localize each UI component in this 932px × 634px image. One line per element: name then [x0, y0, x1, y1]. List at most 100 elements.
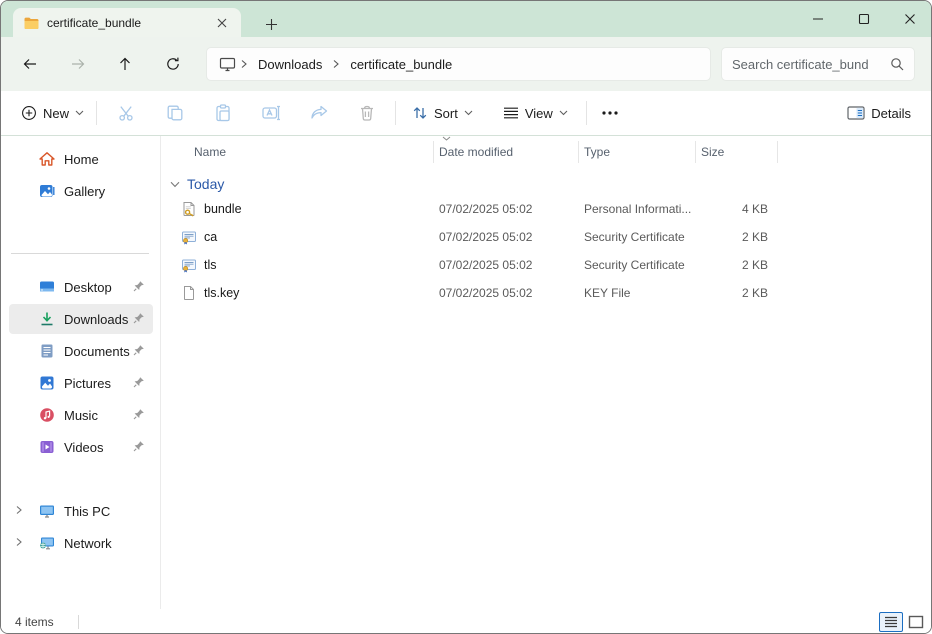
- tab-title: certificate_bundle: [47, 16, 213, 30]
- file-row-bundle[interactable]: bundle 07/02/2025 05:02 Personal Informa…: [162, 195, 932, 223]
- sidebar-item-gallery[interactable]: Gallery: [9, 176, 153, 206]
- sort-descending-icon: [442, 136, 451, 141]
- new-button-label: New: [43, 106, 69, 121]
- command-bar: New Sort: [1, 91, 932, 136]
- status-bar: 4 items: [1, 609, 932, 634]
- sort-button[interactable]: Sort: [404, 99, 481, 127]
- details-pane-button[interactable]: Details: [839, 100, 919, 127]
- details-pane-label: Details: [871, 106, 911, 121]
- sidebar-divider: [11, 253, 149, 254]
- this-pc-icon[interactable]: [219, 57, 236, 72]
- sidebar-item-label: Desktop: [64, 280, 112, 295]
- column-header-size[interactable]: Size: [696, 141, 778, 163]
- folder-icon: [23, 15, 39, 31]
- sidebar-item-label: Documents: [64, 344, 130, 359]
- maximize-button[interactable]: [841, 1, 887, 37]
- forward-button[interactable]: [63, 50, 93, 78]
- file-explorer-window: certificate_bundle: [0, 0, 932, 634]
- sidebar-item-pictures[interactable]: Pictures: [9, 368, 153, 398]
- sidebar-item-label: Music: [64, 408, 98, 423]
- sidebar-item-desktop[interactable]: Desktop: [9, 272, 153, 302]
- close-window-button[interactable]: [887, 1, 932, 37]
- gallery-icon: [39, 183, 55, 199]
- sidebar-item-network[interactable]: Network: [9, 528, 153, 558]
- security-certificate-icon: [181, 229, 197, 245]
- address-bar[interactable]: Downloads certificate_bundle: [206, 47, 711, 81]
- chevron-right-icon: [328, 59, 344, 69]
- window-controls: [795, 1, 932, 37]
- minimize-button[interactable]: [795, 1, 841, 37]
- details-pane-icon: [847, 106, 865, 120]
- column-header-type[interactable]: Type: [579, 141, 696, 163]
- close-tab-icon[interactable]: [213, 14, 231, 32]
- up-button[interactable]: [110, 50, 140, 78]
- explorer-tab[interactable]: certificate_bundle: [13, 8, 241, 37]
- new-tab-button[interactable]: [259, 13, 283, 35]
- sidebar-item-videos[interactable]: Videos: [9, 432, 153, 462]
- sort-button-label: Sort: [434, 106, 458, 121]
- list-lines-icon: [503, 106, 519, 120]
- share-button[interactable]: [299, 96, 339, 130]
- breadcrumb-certificate-bundle[interactable]: certificate_bundle: [344, 57, 458, 72]
- new-button[interactable]: New: [13, 99, 92, 127]
- pin-icon: [133, 408, 145, 420]
- chevron-right-icon[interactable]: [15, 505, 23, 515]
- search-box: [721, 47, 915, 81]
- refresh-button[interactable]: [158, 50, 188, 78]
- large-icons-view-toggle[interactable]: [905, 612, 927, 632]
- group-header-today[interactable]: Today: [170, 172, 224, 196]
- sidebar-item-label: This PC: [64, 504, 110, 519]
- cut-button[interactable]: [107, 96, 147, 130]
- column-header-name[interactable]: Name: [162, 141, 434, 163]
- pfx-certificate-icon: [181, 201, 197, 217]
- sidebar-item-this-pc[interactable]: This PC: [9, 496, 153, 526]
- videos-icon: [39, 439, 55, 455]
- back-button[interactable]: [15, 50, 45, 78]
- breadcrumb-downloads[interactable]: Downloads: [252, 57, 328, 72]
- file-name: tls.key: [204, 286, 239, 300]
- column-header-date-modified[interactable]: Date modified: [434, 141, 579, 163]
- file-name: tls: [204, 258, 217, 272]
- sidebar-item-label: Videos: [64, 440, 104, 455]
- paste-button[interactable]: [203, 96, 243, 130]
- desktop-icon: [39, 279, 55, 295]
- sidebar-item-label: Downloads: [64, 312, 128, 327]
- sidebar-item-label: Home: [64, 152, 99, 167]
- column-headers: Name Date modified Type Size: [162, 141, 932, 165]
- column-label: Date modified: [439, 145, 513, 159]
- pin-icon: [133, 344, 145, 356]
- navigation-bar: Downloads certificate_bundle: [1, 37, 932, 91]
- file-type: Personal Informati...: [579, 195, 696, 223]
- column-label: Type: [584, 145, 610, 159]
- sidebar-item-label: Pictures: [64, 376, 111, 391]
- sidebar-item-downloads[interactable]: Downloads: [9, 304, 153, 334]
- search-icon[interactable]: [890, 57, 904, 71]
- sidebar-item-music[interactable]: Music: [9, 400, 153, 430]
- toolbar-separator: [96, 101, 97, 125]
- copy-button[interactable]: [155, 96, 195, 130]
- sidebar-item-home[interactable]: Home: [9, 144, 153, 174]
- sidebar-item-label: Gallery: [64, 184, 105, 199]
- chevron-down-icon: [75, 110, 84, 116]
- security-certificate-icon: [181, 257, 197, 273]
- chevron-right-icon: [236, 59, 252, 69]
- toolbar-separator: [586, 101, 587, 125]
- tab-bar: certificate_bundle: [1, 1, 932, 37]
- view-button[interactable]: View: [495, 100, 576, 127]
- rename-button[interactable]: [251, 96, 291, 130]
- file-row-tls-key[interactable]: tls.key 07/02/2025 05:02 KEY File 2 KB: [162, 279, 932, 307]
- file-row-tls[interactable]: tls 07/02/2025 05:02 Security Certificat…: [162, 251, 932, 279]
- file-row-ca[interactable]: ca 07/02/2025 05:02 Security Certificate…: [162, 223, 932, 251]
- sidebar-item-label: Network: [64, 536, 112, 551]
- pin-icon: [133, 280, 145, 292]
- delete-button[interactable]: [347, 96, 387, 130]
- home-icon: [39, 151, 55, 167]
- network-icon: [39, 535, 55, 551]
- file-size: 2 KB: [696, 251, 778, 279]
- more-options-button[interactable]: [593, 96, 627, 130]
- chevron-down-icon[interactable]: [170, 181, 180, 188]
- details-view-toggle[interactable]: [879, 612, 903, 632]
- chevron-right-icon[interactable]: [15, 537, 23, 547]
- sidebar-item-documents[interactable]: Documents: [9, 336, 153, 366]
- search-input[interactable]: [732, 57, 890, 72]
